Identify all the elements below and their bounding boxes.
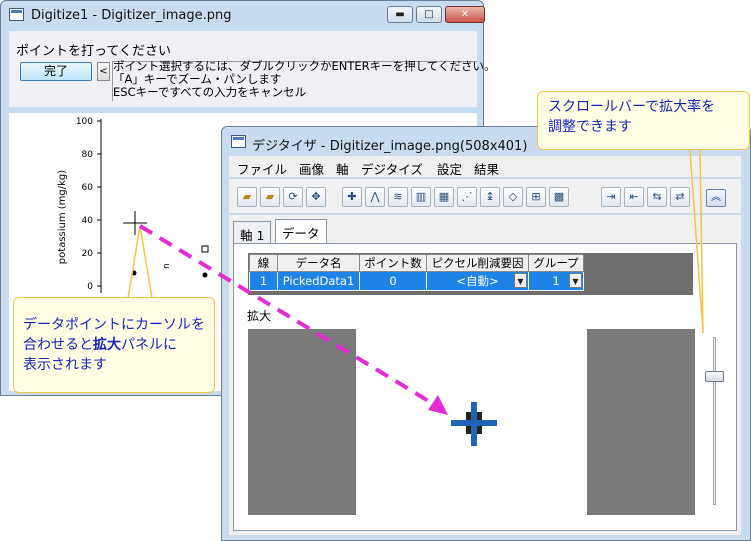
menu-bar: ファイル 画像 軸 デジタイズ 設定 結果 — [229, 156, 741, 177]
menu-settings[interactable]: 設定 — [437, 159, 462, 178]
menu-file[interactable]: ファイル — [237, 159, 287, 178]
tab-data[interactable]: データ — [275, 219, 327, 243]
menu-results[interactable]: 結果 — [474, 159, 499, 178]
pick-points-icon[interactable]: ✚ — [342, 187, 362, 207]
export-d-icon[interactable]: ⇄ — [670, 187, 690, 207]
app-icon — [9, 8, 24, 21]
y-tick-label: 100 — [76, 117, 93, 127]
callout-magnify: データポイントにカーソルを 合わせると拡大パネルに 表示されます — [13, 297, 215, 393]
collapse-icon[interactable]: ︽ — [706, 189, 726, 207]
rotate-icon[interactable]: ⟳ — [283, 187, 303, 207]
mountain-e-icon[interactable]: ⋰ — [457, 187, 477, 207]
move-axes-icon[interactable]: ✥ — [306, 187, 326, 207]
export-c-icon[interactable]: ⇆ — [647, 187, 667, 207]
table-header-row: 線 データ名 ポイント数 ピクセル削減要因 グループ — [249, 254, 584, 272]
maximize-button[interactable]: □ — [416, 6, 442, 23]
crosshair-cursor — [123, 211, 147, 235]
magnify-label: 拡大 — [247, 309, 272, 323]
callout-emphasis: 拡大 — [93, 337, 121, 353]
tag-icon[interactable]: ◇ — [503, 187, 523, 207]
callout-scrollbar: スクロールバーで拡大率を 調整できます — [537, 91, 750, 150]
collapse-arrow-button[interactable]: < — [97, 62, 110, 81]
y-tick-label: 40 — [82, 216, 94, 226]
app-icon — [231, 135, 246, 148]
instructions-text: ポイント選択するには、ダブルクリックかENTERキーを押してください。 「A」キ… — [113, 59, 496, 99]
data-table[interactable]: 線 データ名 ポイント数 ピクセル削減要因 グループ 1 PickedData1… — [249, 254, 584, 291]
tab-axis[interactable]: 軸 1 — [233, 221, 272, 243]
header-line[interactable]: 線 — [249, 254, 278, 272]
mountain-a-icon[interactable]: ⋀ — [365, 187, 385, 207]
close-button[interactable]: ✕ — [445, 6, 485, 23]
y-tick-label: 80 — [82, 150, 94, 160]
y-tick-label: 60 — [82, 183, 94, 193]
mountain-d-icon[interactable]: ▦ — [434, 187, 454, 207]
y-axis-label: potassium (mg/kg) — [57, 170, 68, 264]
magnified-crosshair-icon — [451, 402, 497, 446]
data-point — [202, 272, 208, 278]
chevron-down-icon[interactable]: ▼ — [514, 273, 527, 288]
open-file-icon[interactable]: ▰ — [260, 187, 280, 207]
done-button[interactable]: 完了 — [20, 62, 92, 81]
edge-icon[interactable]: ↨ — [480, 187, 500, 207]
data-marker — [201, 245, 209, 253]
header-group[interactable]: グループ — [528, 254, 584, 272]
callout-scrollbar-line2: 調整できます — [548, 119, 632, 135]
callout-text: パネルに — [121, 337, 177, 353]
chevron-down-icon[interactable]: ▼ — [569, 273, 582, 288]
y-ticks: 100 80 60 40 20 0 — [76, 117, 101, 292]
grid-icon[interactable]: ▩ — [549, 187, 569, 207]
toolbar: ▰ ▰ ⟳ ✥ ✚ ⋀ ≋ ▥ ▦ ⋰ ↨ ◇ ⊞ ▩ ⇥ ⇤ ⇆ ⇄ — [229, 179, 741, 213]
cell-data-name[interactable]: PickedData1 — [277, 271, 360, 291]
prompt-text: ポイントを打ってください — [16, 44, 171, 59]
callout-magnify-line2: 合わせると拡大パネルに — [23, 335, 214, 355]
header-point-count[interactable]: ポイント数 — [359, 254, 427, 272]
menu-digitize[interactable]: デジタイズ — [361, 159, 423, 178]
table-row[interactable]: 1 PickedData1 0 <自動> ▼ 1 ▼ — [249, 271, 584, 291]
y-tick-label: 0 — [87, 282, 93, 292]
menu-image[interactable]: 画像 — [299, 159, 324, 178]
point-label: n — [162, 263, 172, 269]
minimize-button[interactable]: ▬ — [387, 6, 413, 23]
group-value: 1 — [552, 274, 560, 288]
callout-magnify-line3: 表示されます — [23, 357, 107, 373]
mountain-b-icon[interactable]: ≋ — [388, 187, 408, 207]
window-title: デジタイザ - Digitizer_image.png(508x401) — [252, 139, 528, 154]
export-table-icon[interactable]: ⇥ — [601, 187, 621, 207]
cell-reduction-dropdown[interactable]: <自動> ▼ — [426, 271, 529, 291]
header-data-name[interactable]: データ名 — [277, 254, 360, 272]
callout-text: 合わせると — [23, 337, 93, 353]
cell-point-count[interactable]: 0 — [359, 271, 427, 291]
callout-scrollbar-line1: スクロールバーで拡大率を — [548, 99, 716, 115]
prompt-panel: ポイントを打ってください 完了 < ポイント選択するには、ダブルクリックかENT… — [9, 31, 496, 107]
menu-axis[interactable]: 軸 — [336, 159, 349, 178]
zoom-slider-thumb[interactable] — [705, 371, 724, 382]
mountain-c-icon[interactable]: ▥ — [411, 187, 431, 207]
export-b-icon[interactable]: ⇤ — [624, 187, 644, 207]
zoom-slider-track[interactable] — [713, 337, 716, 505]
cell-line[interactable]: 1 — [249, 271, 278, 291]
window-title: Digitize1 - Digitizer_image.png — [31, 8, 232, 23]
data-point — [131, 270, 137, 276]
add-point-icon[interactable]: ⊞ — [526, 187, 546, 207]
title-bar: Digitize1 - Digitizer_image.png ▬ □ ✕ — [1, 1, 485, 29]
y-tick-label: 20 — [82, 249, 94, 259]
reduction-value: <自動> — [456, 274, 499, 288]
open-folder-icon[interactable]: ▰ — [237, 187, 257, 207]
header-reduction[interactable]: ピクセル削減要因 — [426, 254, 529, 272]
cell-group-dropdown[interactable]: 1 ▼ — [528, 271, 584, 291]
callout-magnify-line1: データポイントにカーソルを — [23, 317, 205, 333]
